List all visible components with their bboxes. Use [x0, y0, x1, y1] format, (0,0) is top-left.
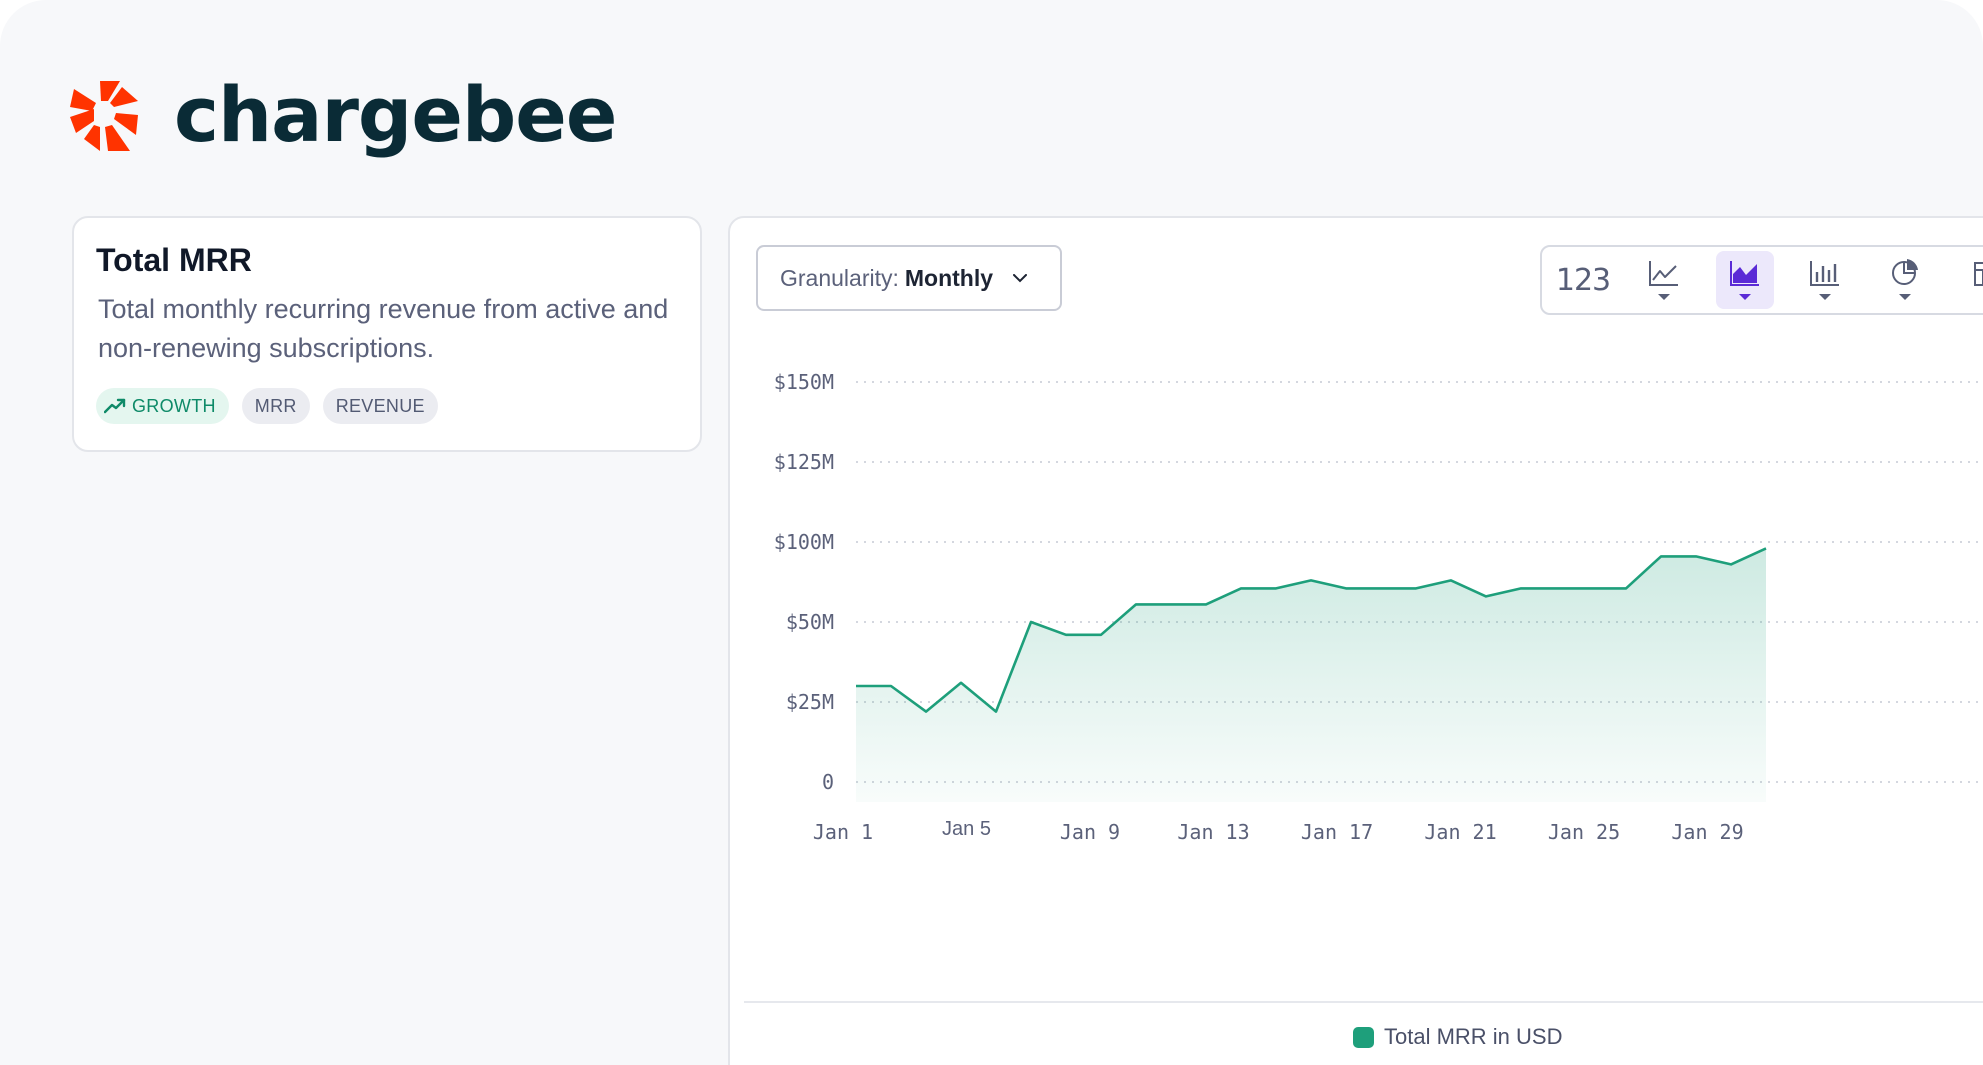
y-tick-label: $100M	[774, 530, 834, 554]
y-tick-label: $50M	[786, 610, 834, 634]
metric-description: Total monthly recurring revenue from act…	[98, 294, 669, 363]
x-tick-label: Jan 5	[942, 818, 991, 840]
x-tick-label: Jan 9	[1060, 820, 1120, 844]
chargebee-logo[interactable]: chargebee	[70, 70, 617, 159]
legend-divider	[744, 1001, 1983, 1003]
chart-panel: Granularity: Monthly 123 $150M $125M $10…	[728, 216, 1983, 1065]
x-tick-label: Jan 1	[813, 820, 873, 844]
tag-list: GROWTH MRR REVENUE	[96, 388, 438, 424]
trend-up-icon	[104, 398, 126, 414]
y-tick-label: $125M	[774, 450, 834, 474]
y-tick-label: $25M	[786, 690, 834, 714]
x-tick-label: Jan 13	[1177, 820, 1249, 844]
legend-swatch	[1353, 1026, 1374, 1048]
y-tick-label: $150M	[774, 370, 834, 394]
page: chargebee Total MRR Total monthly recurr…	[0, 0, 1983, 1065]
brand-name: chargebee	[174, 70, 617, 159]
tag-growth[interactable]: GROWTH	[96, 388, 229, 424]
metric-title: Total MRR	[96, 242, 252, 278]
legend-label: Total MRR in USD	[1384, 1024, 1563, 1049]
tag-label: REVENUE	[335, 395, 425, 416]
tag-mrr[interactable]: MRR	[241, 388, 310, 424]
x-tick-label: Jan 25	[1548, 820, 1620, 844]
tag-label: GROWTH	[132, 395, 216, 416]
x-tick-label: Jan 29	[1671, 820, 1743, 844]
tag-label: MRR	[254, 395, 297, 416]
tag-revenue[interactable]: REVENUE	[322, 388, 438, 424]
mrr-area-chart: $150M $125M $100M $50M $25M 0 Jan 1 Jan 5 Jan 9 J…	[774, 370, 1983, 844]
x-tick-label: Jan 17	[1301, 820, 1373, 844]
x-tick-label: Jan 21	[1424, 820, 1496, 844]
y-tick-label: 0	[822, 770, 834, 794]
metric-card[interactable]: Total MRR Total monthly recurring revenu…	[72, 216, 702, 452]
chargebee-logo-icon	[70, 80, 138, 151]
chart-legend: Total MRR in USD	[1353, 1024, 1562, 1050]
